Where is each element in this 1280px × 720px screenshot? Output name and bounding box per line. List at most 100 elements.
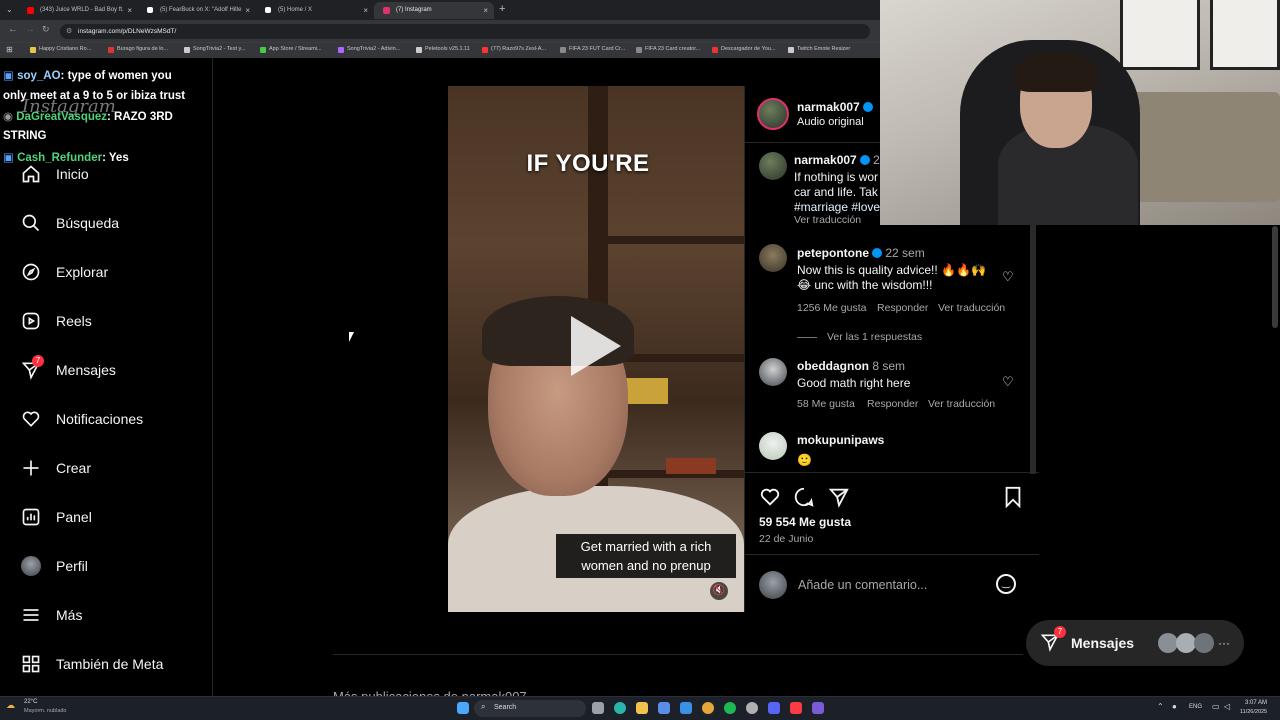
view-replies-link[interactable]: Ver las 1 respuestas <box>827 331 922 343</box>
music-icon[interactable] <box>790 702 802 714</box>
app-icon[interactable] <box>812 702 824 714</box>
bookmark-item[interactable]: Happy Cristiano Ro... <box>30 46 91 53</box>
comment-avatar[interactable] <box>759 358 787 386</box>
sidebar-item-perfil[interactable]: Perfil <box>20 554 88 578</box>
comment-author[interactable]: obeddagnon 8 sem <box>797 359 905 373</box>
site-info-icon[interactable]: ⚙ <box>66 24 72 39</box>
bookmark-item[interactable]: Descargador de You... <box>712 46 775 53</box>
bookmark-item[interactable]: App Store / Streami... <box>260 46 322 53</box>
emoji-icon[interactable]: ‿ <box>996 574 1016 594</box>
play-icon[interactable] <box>571 316 621 376</box>
mute-icon[interactable]: 🔇 <box>710 582 728 600</box>
comment-avatar[interactable] <box>759 244 787 272</box>
file-explorer-icon[interactable] <box>636 702 648 714</box>
comment-like-heart-icon[interactable]: ♡ <box>1002 269 1014 285</box>
taskbar-search-box[interactable]: ⌕ Search <box>474 700 586 717</box>
new-tab-plus-icon[interactable]: + <box>499 3 505 15</box>
comment-text: Good math right here <box>797 376 911 390</box>
back-arrow-icon[interactable]: ← <box>8 24 18 35</box>
bookmark-item[interactable]: SongTrivia2 - Adivin... <box>338 46 400 53</box>
app-icon[interactable] <box>724 702 736 714</box>
reel-video[interactable]: IF YOU'RE Get married with a rich women … <box>448 86 744 612</box>
reload-icon[interactable]: ↻ <box>42 24 50 35</box>
chart-icon <box>20 506 42 528</box>
windows-start-icon[interactable] <box>457 702 469 714</box>
discord-icon[interactable] <box>768 702 780 714</box>
sidebar-item-tambien-de-meta[interactable]: También de Meta <box>20 652 163 676</box>
sidebar-item-mas[interactable]: Más <box>20 603 82 627</box>
tab-close-icon[interactable]: × <box>363 2 368 19</box>
comment-bubble-icon[interactable] <box>793 486 815 513</box>
bookmark-item[interactable]: SongTrivia2 - Test y... <box>184 46 246 53</box>
chrome-icon[interactable] <box>702 702 714 714</box>
messages-floating-button[interactable]: 7 Mensajes ··· <box>1026 620 1244 666</box>
comment-likes-count[interactable]: 1256 Me gusta <box>797 302 866 314</box>
bookmark-item[interactable]: (77) Razo97s Zesl-A... <box>482 46 546 53</box>
browser-tab[interactable]: (343) Juice WRLD - Bad Boy ft. × <box>18 2 138 19</box>
browser-tab[interactable]: (5) Home / X × <box>256 2 374 19</box>
share-send-icon[interactable] <box>828 486 850 513</box>
volume-icon[interactable]: ◁ <box>1224 702 1230 711</box>
browser-tab[interactable]: (5) FearBuck on X: "Adolf Hitle × <box>138 2 256 19</box>
caption-translate-link[interactable]: Ver traducción <box>794 214 861 226</box>
comment-avatar[interactable] <box>759 432 787 460</box>
comment-like-heart-icon[interactable]: ♡ <box>1002 374 1014 390</box>
bookmark-item[interactable]: Peletools v25.1.11 <box>416 46 470 53</box>
audio-label[interactable]: Audio original <box>797 114 864 130</box>
bookmark-favicon-icon <box>184 47 190 53</box>
likes-count[interactable]: 59 554 Me gusta <box>759 515 851 529</box>
bookmark-item[interactable]: FIFA 23 Card creator... <box>636 46 700 53</box>
send-icon: 7 <box>20 355 44 381</box>
tab-close-icon[interactable]: × <box>245 2 250 19</box>
caption-hashtags[interactable]: #marriage #love <box>794 199 882 215</box>
sidebar-item-busqueda[interactable]: Búsqueda <box>20 211 119 235</box>
edge-browser-icon[interactable] <box>614 702 626 714</box>
sidebar-item-crear[interactable]: Crear <box>20 456 91 480</box>
clock-date[interactable]: 11/26/2025 <box>1240 709 1267 715</box>
like-heart-icon[interactable] <box>759 486 781 513</box>
comment-username: obeddagnon <box>797 359 869 373</box>
sidebar-item-panel[interactable]: Panel <box>20 505 92 529</box>
bookmark-label: SongTrivia2 - Test y... <box>193 46 246 52</box>
apps-grid-icon[interactable]: ⊞ <box>6 45 13 54</box>
sidebar-item-reels[interactable]: Reels <box>20 309 92 333</box>
comment-translate-link[interactable]: Ver traducción <box>938 302 1005 314</box>
browser-tab-active[interactable]: (7) Instagram × <box>374 2 494 19</box>
language-indicator[interactable]: ENG <box>1189 704 1202 710</box>
url-field[interactable]: ⚙ instagram.com/p/DLNeWzsMSdT/ <box>60 24 870 39</box>
caption-author[interactable]: narmak007 2 <box>794 153 880 167</box>
app-icon[interactable] <box>746 702 758 714</box>
task-view-icon[interactable] <box>592 702 604 714</box>
comment-translate-link[interactable]: Ver traducción <box>928 398 995 410</box>
tab-menu-chevron-icon[interactable]: ⌄ <box>6 5 13 14</box>
weather-icon[interactable]: ☁ <box>6 700 15 711</box>
tab-close-icon[interactable]: × <box>483 2 488 19</box>
bookmark-item[interactable]: Twitch Emote Resizer <box>788 46 850 53</box>
bookmark-item[interactable]: Burago figura de lo... <box>108 46 168 53</box>
clock-time[interactable]: 3:07 AM <box>1245 700 1267 706</box>
save-bookmark-icon[interactable] <box>1003 486 1023 513</box>
sidebar-item-notificaciones[interactable]: Notificaciones <box>20 407 143 431</box>
tab-close-icon[interactable]: × <box>127 2 132 19</box>
tray-chevron-icon[interactable]: ⌃ <box>1157 702 1164 711</box>
comment-reply-link[interactable]: Responder <box>877 302 928 314</box>
sidebar-item-explorar[interactable]: Explorar <box>20 260 108 284</box>
bookmark-item[interactable]: FIFA 23 FUT Card Cr... <box>560 46 625 53</box>
mail-icon[interactable] <box>680 702 692 714</box>
comment-input[interactable]: Añade un comentario... <box>798 577 988 593</box>
store-icon[interactable] <box>658 702 670 714</box>
comment-likes-count[interactable]: 58 Me gusta <box>797 398 855 410</box>
post-author-name[interactable]: narmak007 <box>797 100 873 114</box>
caption-avatar[interactable] <box>759 152 787 180</box>
comment-reply-link[interactable]: Responder <box>867 398 918 410</box>
page-scrollbar[interactable] <box>1272 226 1278 328</box>
author-avatar[interactable] <box>757 98 789 130</box>
forward-arrow-icon[interactable]: → <box>25 24 35 35</box>
x-favicon-icon <box>147 7 153 13</box>
comment-author[interactable]: mokupunipaws <box>797 433 884 447</box>
weather-temp[interactable]: 22°C <box>24 699 37 705</box>
tray-mic-icon[interactable]: ● <box>1172 702 1177 711</box>
sidebar-item-mensajes[interactable]: 7 Mensajes <box>20 355 116 382</box>
comment-author[interactable]: petepontone 22 sem <box>797 246 925 260</box>
network-icon[interactable]: ▭ <box>1212 702 1220 711</box>
